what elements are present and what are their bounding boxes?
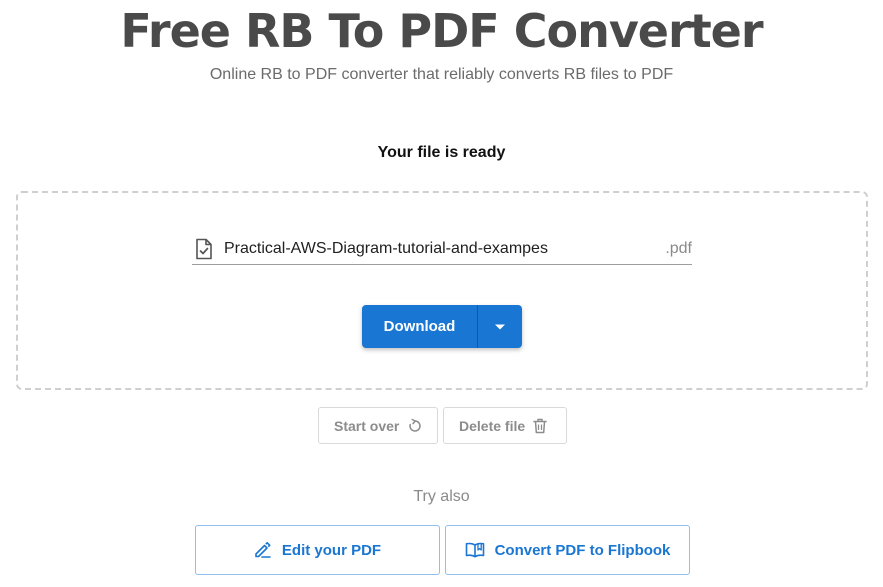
result-panel: [16, 191, 868, 390]
file-extension: .pdf: [665, 240, 692, 257]
file-check-icon: [196, 238, 212, 260]
book-icon: [465, 542, 484, 558]
start-over-button[interactable]: Start over: [318, 407, 438, 444]
start-over-label: Start over: [334, 417, 400, 434]
edit-pdf-button[interactable]: Edit your PDF: [195, 525, 440, 575]
file-ready-heading: Your file is ready: [377, 144, 506, 161]
convert-flipbook-button[interactable]: Convert PDF to Flipbook: [445, 525, 690, 575]
try-also-heading: Try also: [413, 488, 470, 505]
pen-icon: [255, 542, 271, 558]
download-options-button[interactable]: [478, 305, 522, 348]
delete-file-button[interactable]: Delete file: [443, 407, 567, 444]
file-name-text[interactable]: Practical-AWS-Diagram-tutorial-and-examp…: [224, 240, 548, 258]
page-title: Free RB To PDF Converter: [120, 4, 763, 58]
caret-down-icon: [495, 324, 505, 329]
refresh-icon: [409, 418, 422, 432]
download-button[interactable]: Download: [362, 305, 477, 348]
convert-flipbook-label: Convert PDF to Flipbook: [494, 541, 671, 559]
edit-pdf-label: Edit your PDF: [281, 541, 382, 559]
file-name-field[interactable]: Practical-AWS-Diagram-tutorial-and-examp…: [192, 236, 692, 265]
trash-icon: [533, 418, 547, 433]
download-button-group: Download: [362, 305, 522, 348]
delete-file-label: Delete file: [459, 417, 526, 434]
page-subtitle: Online RB to PDF converter that reliably…: [209, 66, 674, 83]
